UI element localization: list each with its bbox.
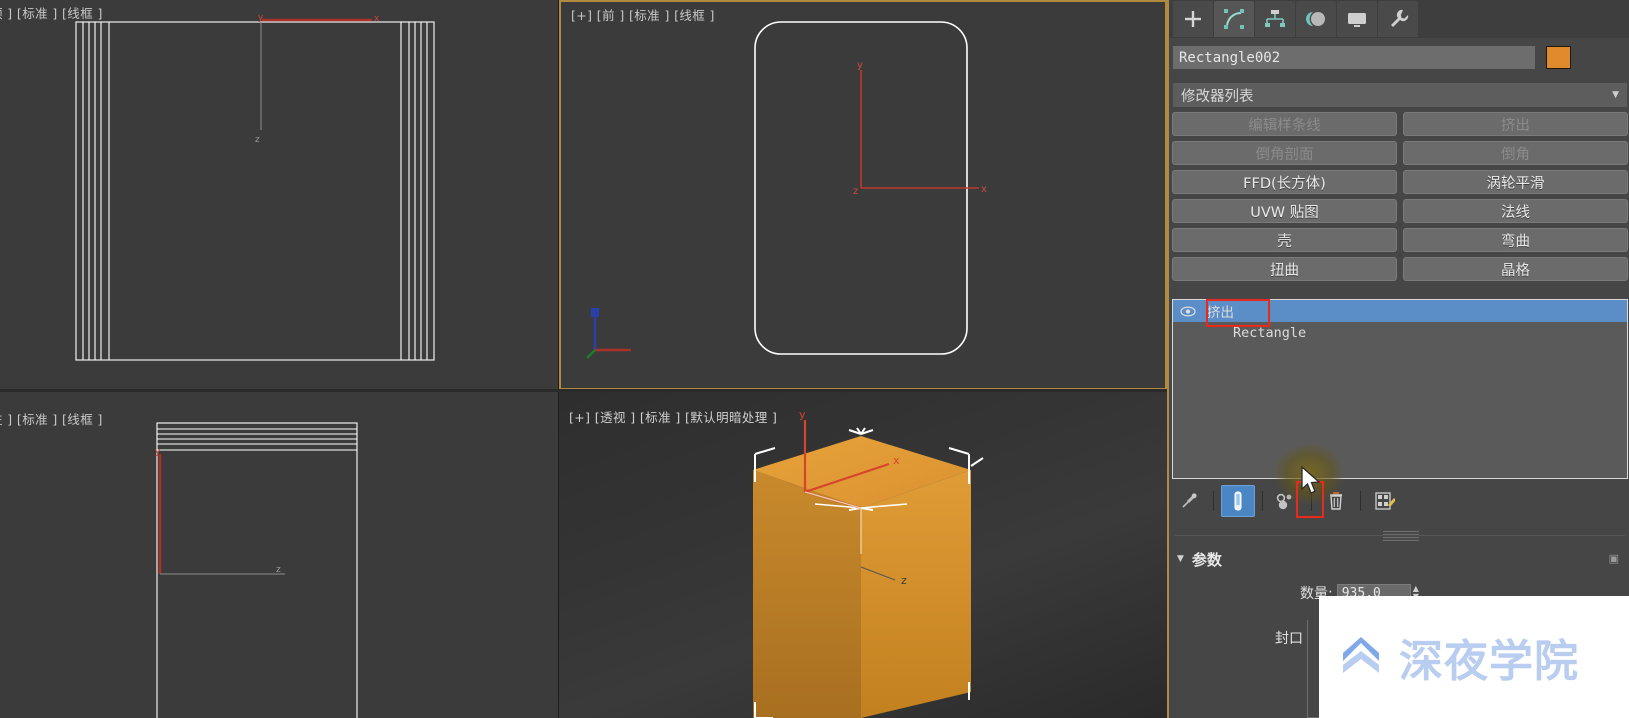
viewport-perspective[interactable]: [+] [透视 ] [标准 ] [默认明暗处理 ] y x z [559,392,1167,718]
chevron-down-icon: ▼ [1612,90,1619,100]
hierarchy-icon [1265,10,1285,27]
modifier-button-ffd-box[interactable]: FFD(长方体) [1172,170,1397,194]
modifier-button-edit-spline[interactable]: 编辑样条线 [1172,112,1397,136]
motion-icon [1306,12,1325,26]
toolbar-divider [1213,491,1214,511]
triangle-down-icon: ▼ [1177,554,1184,564]
viewport-left-wireframe: y z [155,422,358,718]
svg-text:y: y [857,60,863,71]
modifier-stack-item-rectangle[interactable]: Rectangle [1173,322,1627,344]
modifier-stack-list[interactable]: 挤出 Rectangle [1172,299,1628,479]
show-end-result-icon[interactable] [1221,485,1255,517]
toolbar-divider [1360,491,1361,511]
viewport-perspective-label: [+] [透视 ] [标准 ] [默认明暗处理 ] [569,410,778,425]
svg-text:y: y [155,447,161,457]
display-icon [1348,13,1366,27]
modifier-button-normal[interactable]: 法线 [1403,199,1628,223]
hierarchy-tab[interactable] [1255,1,1295,37]
modifier-button-bend[interactable]: 弯曲 [1403,228,1628,252]
object-color-swatch[interactable] [1546,46,1571,69]
modify-icon [1224,9,1244,29]
modifier-button-bevel-profile[interactable]: 倒角剖面 [1172,141,1397,165]
modifier-stack-item-extrude[interactable]: 挤出 [1173,300,1627,322]
toolbar-divider [1311,491,1312,511]
pin-stack-icon[interactable] [1172,485,1206,517]
modifier-list-dropdown[interactable]: 修改器列表 ▼ [1173,83,1627,107]
configure-sets-icon[interactable] [1368,485,1402,517]
create-tab[interactable] [1173,1,1213,37]
viewport-front[interactable]: [+] [前 ] [标准 ] [线框 ] y x z [559,0,1167,390]
modifier-list-label: 修改器列表 [1181,88,1254,105]
svg-text:y: y [799,408,806,421]
modifier-button-lattice[interactable]: 晶格 [1403,257,1628,281]
viewport-front-label: [+] [前 ] [标准 ] [线框 ] [571,8,715,23]
object-name-input[interactable] [1173,46,1535,69]
eye-icon[interactable] [1175,305,1201,317]
modify-tab[interactable] [1214,1,1254,37]
modifier-button-bevel[interactable]: 倒角 [1403,141,1628,165]
rollout-pin-icon[interactable]: ▣ [1609,552,1619,565]
svg-text:z: z [255,135,260,145]
modifier-stack-base-label: Rectangle [1233,325,1307,341]
viewport-top[interactable]: 顶 ] [标准 ] [线框 ] y x z [0,0,558,390]
toolbar-divider [1262,491,1263,511]
svg-text:x: x [893,454,900,467]
svg-text:y: y [258,13,264,23]
viewport-left-label: 左 ] [标准 ] [线框 ] [0,412,103,427]
motion-tab[interactable] [1296,1,1336,37]
wrench-icon [1391,9,1409,27]
modifier-button-turbosmooth[interactable]: 涡轮平滑 [1403,170,1628,194]
make-unique-icon[interactable] [1270,485,1304,517]
svg-text:z: z [901,574,907,587]
rollout-grip-handle[interactable] [1383,530,1419,541]
plus-icon [1185,11,1201,27]
viewport-top-wireframe: y x z [75,13,435,361]
modifier-button-uvw-map[interactable]: UVW 贴图 [1172,199,1397,223]
modifier-button-twist[interactable]: 扭曲 [1172,257,1397,281]
viewport-top-label: 顶 ] [标准 ] [线框 ] [0,6,103,21]
watermark-overlay: 深夜学院 [1319,596,1629,718]
watermark-logo-icon [1343,637,1379,673]
svg-text:x: x [981,184,987,195]
parameters-rollout-header[interactable]: ▼ 参数 [1177,548,1627,570]
app-root: 顶 ] [标准 ] [线框 ] y x z [+] [前] [标准] [线框… [0,0,1629,718]
object-name-row [1173,46,1627,69]
modifier-quick-buttons: 编辑样条线 挤出 倒角剖面 倒角 FFD(长方体) 涡轮平滑 UVW 贴图 法线… [1172,112,1628,281]
modifier-stack-item-label: 挤出 [1207,305,1234,321]
perspective-box-object: y x z [753,408,984,718]
svg-text:z: z [276,565,281,575]
remove-modifier-icon[interactable] [1319,485,1353,517]
modifier-button-extrude[interactable]: 挤出 [1403,112,1628,136]
viewport-left[interactable]: 左 ] [标准 ] [线框 ] y z [0,392,558,718]
capping-label-row: 封口 [1275,628,1303,648]
svg-text:z: z [853,186,858,197]
svg-text:x: x [374,14,380,24]
watermark-text: 深夜学院 [1399,636,1579,687]
utilities-tab[interactable] [1378,1,1418,37]
viewport-front-wireframe: y x z [586,21,987,359]
capping-label: 封口 [1275,631,1303,647]
display-tab[interactable] [1337,1,1377,37]
modifier-button-shell[interactable]: 壳 [1172,228,1397,252]
parameters-rollout-label: 参数 [1191,550,1222,569]
modifier-stack-toolbar [1172,483,1628,519]
command-panel-tabs [1169,0,1629,38]
